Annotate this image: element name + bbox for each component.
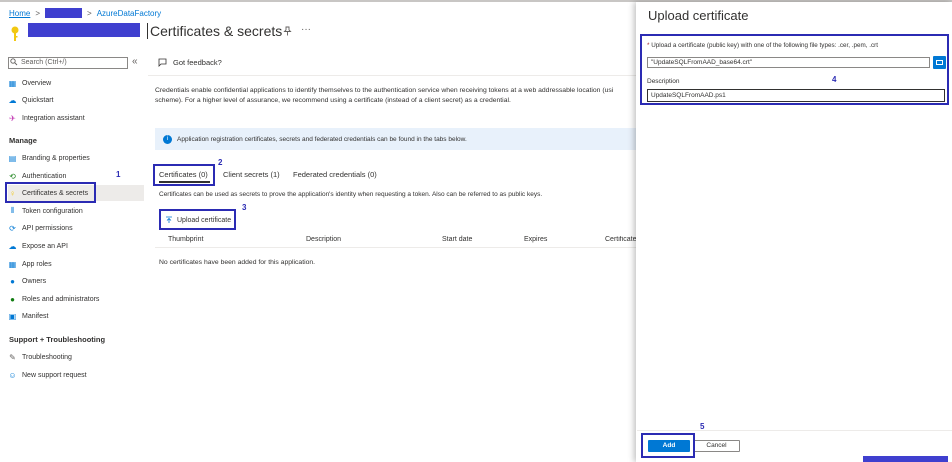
annotation-number-5: 5 bbox=[700, 422, 705, 431]
column-header-expires: Expires bbox=[524, 236, 548, 243]
breadcrumb-separator: > bbox=[35, 8, 41, 18]
sidebar-item-label: Authentication bbox=[22, 172, 67, 180]
sidebar-item-label: Quickstart bbox=[22, 96, 54, 104]
support-section-header: Support + Troubleshooting bbox=[9, 335, 106, 344]
certificates-description: Certificates can be used as secrets to p… bbox=[159, 191, 543, 198]
sidebar-item-label: Branding & properties bbox=[22, 154, 90, 162]
redacted-tenant bbox=[45, 8, 83, 18]
manifest-icon: ▣ bbox=[8, 311, 17, 321]
sidebar-search-input[interactable]: Search (Ctrl+/) bbox=[8, 57, 128, 69]
column-header-start-date: Start date bbox=[442, 236, 473, 243]
sidebar-item-app-roles[interactable]: ▦ App roles bbox=[8, 256, 144, 272]
sidebar-item-api-permissions[interactable]: ⟳ API permissions bbox=[8, 220, 144, 236]
sidebar-item-branding[interactable]: ▤ Branding & properties bbox=[8, 150, 144, 166]
feedback-button[interactable]: Got feedback? bbox=[158, 58, 222, 67]
cloud-icon: ☁ bbox=[8, 241, 17, 251]
overview-icon: ▦ bbox=[8, 78, 17, 88]
sidebar-item-label: Integration assistant bbox=[22, 114, 85, 122]
wrench-icon: ✎ bbox=[9, 352, 16, 362]
empty-state-message: No certificates have been added for this… bbox=[159, 259, 316, 266]
tab-client-secrets[interactable]: Client secrets (1) bbox=[223, 170, 280, 179]
description-line: scheme). For a higher level of assurance… bbox=[155, 97, 511, 104]
annotation-box-3 bbox=[159, 209, 236, 230]
tab-federated-credentials[interactable]: Federated credentials (0) bbox=[293, 170, 377, 179]
breadcrumb-separator: > bbox=[87, 8, 92, 18]
branding-icon: ▤ bbox=[8, 153, 17, 163]
sidebar-item-quickstart[interactable]: ☁ Quickstart bbox=[8, 92, 144, 108]
owners-icon: ● bbox=[10, 276, 15, 286]
sidebar-item-label: API permissions bbox=[22, 224, 73, 232]
roles-icon: ● bbox=[10, 294, 15, 304]
sidebar-item-integration-assistant[interactable]: ✈ Integration assistant bbox=[8, 110, 144, 126]
annotation-number-2: 2 bbox=[218, 158, 223, 167]
collapse-sidebar-icon[interactable]: « bbox=[132, 56, 138, 67]
info-text: Application registration certificates, s… bbox=[177, 135, 467, 143]
redacted-bar bbox=[863, 456, 948, 462]
feedback-icon bbox=[158, 58, 167, 67]
sidebar-item-label: New support request bbox=[22, 371, 87, 379]
manage-section-header: Manage bbox=[9, 136, 37, 145]
more-options-icon[interactable]: ··· bbox=[301, 24, 311, 35]
sidebar-item-troubleshooting[interactable]: ✎ Troubleshooting bbox=[8, 349, 144, 365]
breadcrumb-home[interactable]: Home bbox=[9, 9, 30, 18]
info-banner: i Application registration certificates,… bbox=[155, 128, 636, 150]
sidebar-item-label: Owners bbox=[22, 277, 47, 285]
sidebar-item-label: App roles bbox=[22, 260, 52, 268]
page-description: Credentials enable confidential applicat… bbox=[155, 86, 635, 106]
column-header-certificate: Certificate bbox=[605, 236, 636, 243]
annotation-box-4 bbox=[640, 34, 949, 105]
sidebar-item-label: Roles and administrators bbox=[22, 295, 100, 303]
table-divider bbox=[155, 247, 636, 248]
annotation-number-3: 3 bbox=[242, 203, 247, 212]
quickstart-icon: ☁ bbox=[8, 95, 17, 105]
page-title: Certificates & secrets bbox=[147, 23, 282, 39]
sidebar-item-new-support[interactable]: ☺ New support request bbox=[8, 367, 144, 383]
sidebar-item-overview[interactable]: ▦ Overview bbox=[8, 75, 144, 91]
breadcrumb-app[interactable]: AzureDataFactory bbox=[97, 9, 161, 18]
breadcrumb: Home > > AzureDataFactory bbox=[9, 8, 161, 18]
annotation-box-5 bbox=[641, 433, 695, 458]
cancel-button[interactable]: Cancel bbox=[693, 440, 740, 452]
sidebar-item-expose-api[interactable]: ☁ Expose an API bbox=[8, 238, 144, 254]
sidebar-item-manifest[interactable]: ▣ Manifest bbox=[8, 308, 144, 324]
authentication-icon: ⟲ bbox=[9, 171, 16, 181]
column-header-thumbprint: Thumbprint bbox=[168, 236, 204, 243]
sidebar-item-label: Overview bbox=[22, 79, 52, 87]
pin-icon[interactable] bbox=[283, 26, 292, 36]
token-icon: ⦀ bbox=[10, 206, 15, 215]
sidebar-item-roles-admins[interactable]: ● Roles and administrators bbox=[8, 291, 144, 307]
sidebar-item-label: Manifest bbox=[22, 312, 49, 320]
redacted-app-name bbox=[28, 23, 140, 37]
column-header-description: Description bbox=[306, 236, 342, 243]
sidebar-item-token-configuration[interactable]: ⦀ Token configuration bbox=[8, 203, 144, 219]
sidebar-item-label: Expose an API bbox=[22, 242, 68, 250]
rocket-icon: ✈ bbox=[9, 113, 16, 123]
app-roles-icon: ▦ bbox=[8, 259, 17, 269]
sidebar-item-label: Token configuration bbox=[22, 207, 83, 215]
permissions-icon: ⟳ bbox=[9, 223, 16, 233]
description-line: Credentials enable confidential applicat… bbox=[155, 87, 614, 94]
support-icon: ☺ bbox=[8, 370, 17, 380]
feedback-label: Got feedback? bbox=[173, 58, 222, 67]
panel-footer-divider bbox=[637, 430, 952, 431]
key-icon bbox=[11, 26, 19, 41]
search-icon bbox=[10, 58, 18, 66]
annotation-number-1: 1 bbox=[116, 170, 121, 179]
annotation-number-4: 4 bbox=[832, 75, 837, 84]
annotation-box-2 bbox=[153, 164, 215, 186]
info-icon: i bbox=[163, 134, 172, 144]
panel-title: Upload certificate bbox=[648, 8, 749, 23]
sidebar-item-label: Troubleshooting bbox=[22, 353, 72, 361]
divider bbox=[148, 75, 636, 76]
sidebar-item-owners[interactable]: ● Owners bbox=[8, 273, 144, 289]
annotation-box-1 bbox=[5, 182, 96, 203]
